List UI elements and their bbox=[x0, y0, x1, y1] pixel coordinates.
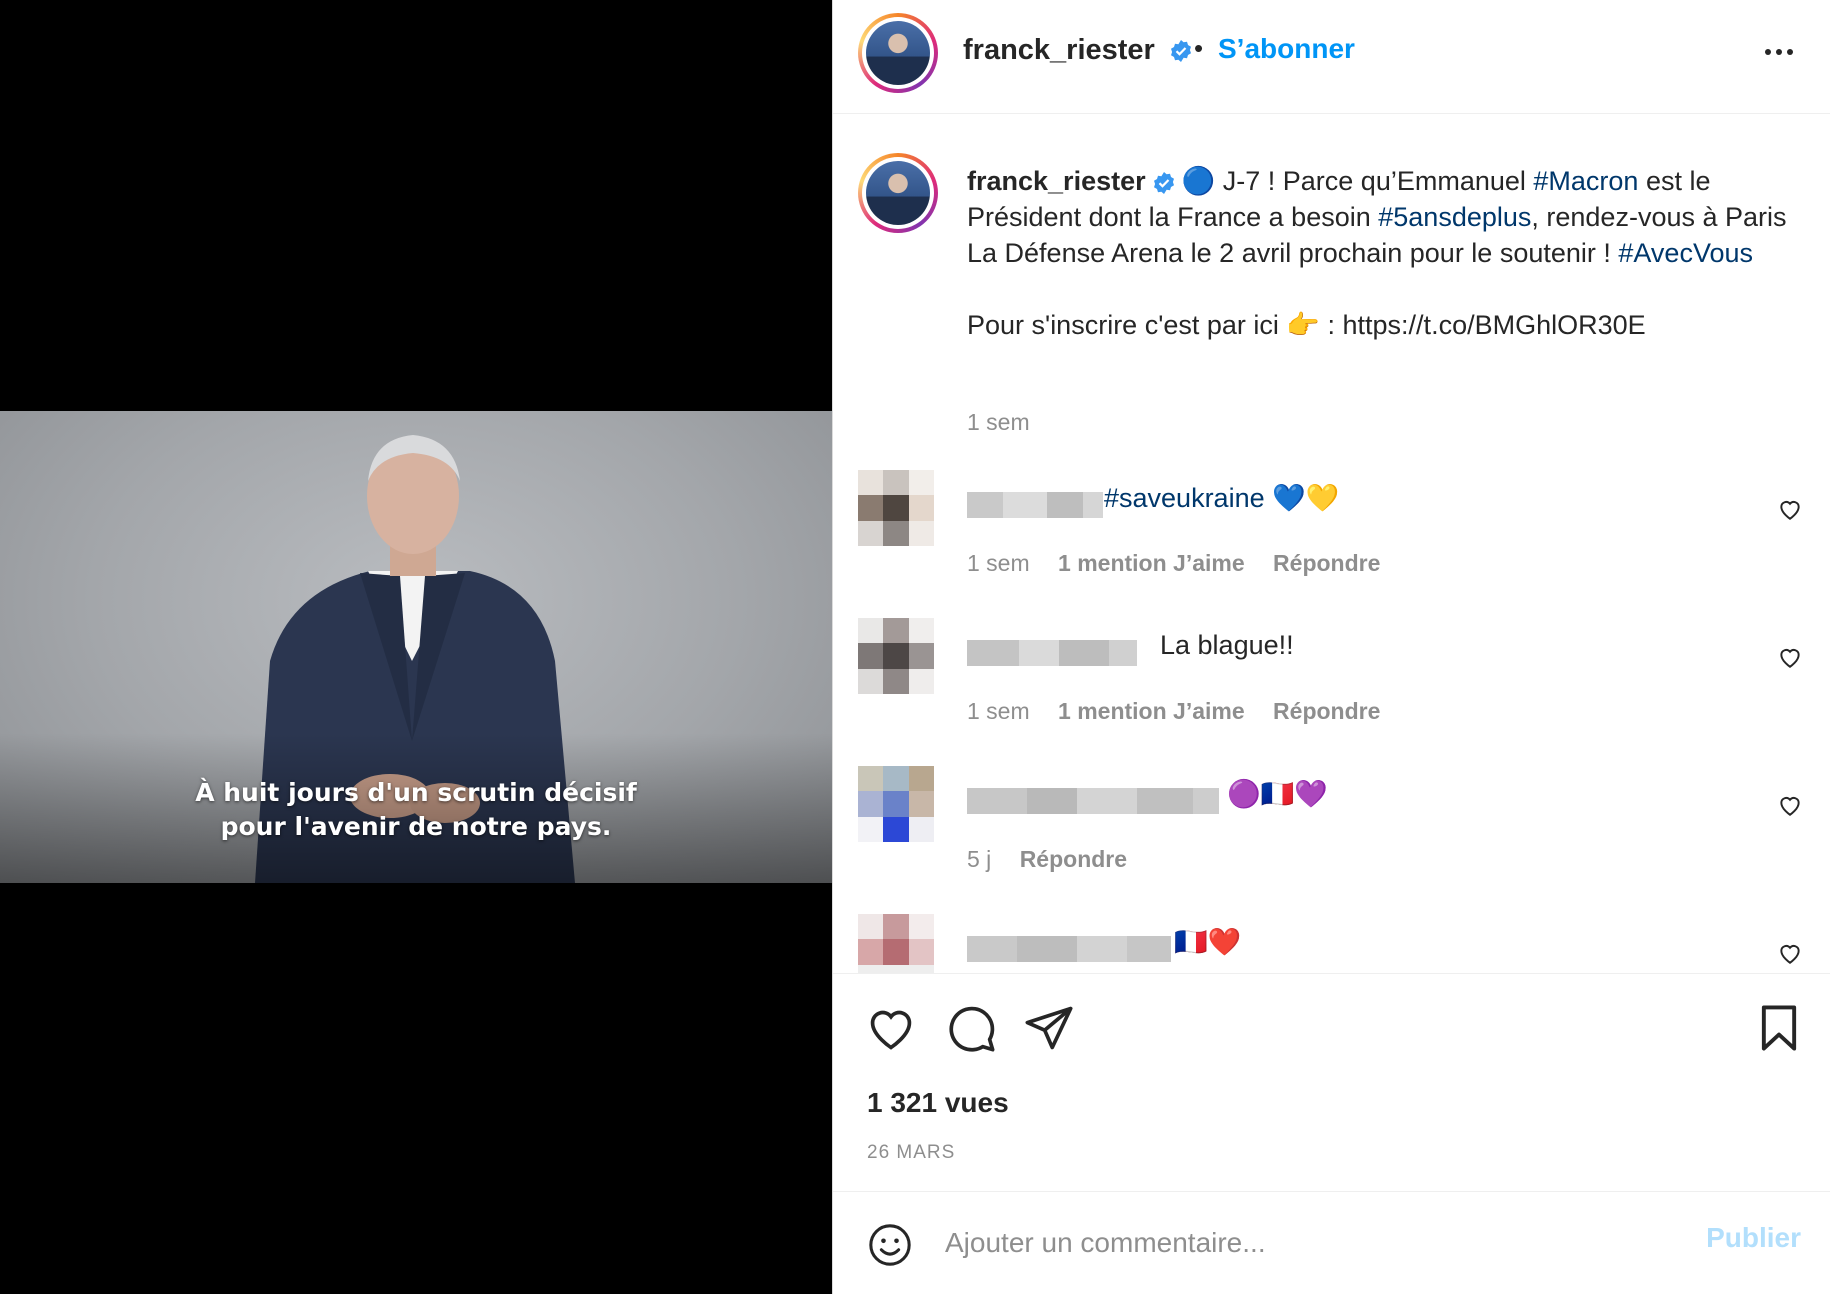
subtitle-line-1: À huit jours d'un scrutin décisif bbox=[195, 778, 637, 807]
hashtag-link[interactable]: #5ansdeplus bbox=[1378, 202, 1531, 232]
post-video-player[interactable]: À huit jours d'un scrutin décisif pour l… bbox=[0, 0, 832, 1294]
commenter-username-redacted[interactable] bbox=[967, 640, 1137, 666]
author-username[interactable]: franck_riester bbox=[963, 34, 1193, 67]
reply-button[interactable]: Répondre bbox=[1273, 550, 1380, 576]
comment-item: 🟣🇫🇷💜 5 j Répondre bbox=[833, 766, 1830, 914]
views-count[interactable]: 1 321 vues bbox=[867, 1087, 1009, 1119]
comment-meta: 5 j Répondre bbox=[967, 846, 1149, 873]
heart-icon[interactable] bbox=[1777, 644, 1803, 670]
commenter-avatar[interactable] bbox=[858, 914, 934, 973]
verified-badge-icon bbox=[1170, 40, 1191, 63]
commenter-avatar[interactable] bbox=[858, 618, 934, 694]
comment-timestamp[interactable]: 1 sem bbox=[967, 550, 1030, 576]
comment-text: #saveukraine 💙💛 bbox=[1104, 483, 1340, 513]
comment-input[interactable] bbox=[945, 1220, 1665, 1266]
like-heart-icon[interactable] bbox=[865, 1002, 917, 1054]
caption-username[interactable]: franck_riester bbox=[967, 166, 1146, 196]
caption-emoji: 🔵 bbox=[1181, 166, 1216, 196]
more-options-icon[interactable] bbox=[1757, 30, 1801, 74]
author-avatar[interactable] bbox=[858, 13, 938, 93]
caption-signup-line: Pour s'inscrire c'est par ici 👉 : https:… bbox=[967, 310, 1646, 340]
post-header: franck_riester • S’abonner bbox=[833, 0, 1830, 114]
subtitle-line-2: pour l'avenir de notre pays. bbox=[220, 812, 612, 841]
comments-list[interactable]: franck_riester 🔵 J-7 ! Parce qu’Emmanuel … bbox=[833, 115, 1830, 973]
comment-item: 🇫🇷❤️ bbox=[833, 914, 1830, 973]
hashtag-link[interactable]: #saveukraine bbox=[1104, 483, 1265, 513]
post-panel: franck_riester • S’abonner franck_rieste… bbox=[832, 0, 1830, 1294]
comment-timestamp[interactable]: 1 sem bbox=[967, 698, 1030, 724]
comment-text: La blague!! bbox=[1160, 630, 1294, 660]
verified-badge-icon bbox=[1153, 171, 1174, 194]
add-comment-bar: Publier bbox=[833, 1191, 1830, 1294]
caption-avatar[interactable] bbox=[858, 153, 938, 233]
comment-likes-count[interactable]: 1 mention J’aime bbox=[1058, 698, 1245, 724]
caption-timestamp[interactable]: 1 sem bbox=[967, 409, 1030, 436]
publish-button[interactable]: Publier bbox=[1706, 1222, 1801, 1254]
comment-item: La blague!! 1 sem 1 mention J’aime Répon… bbox=[833, 618, 1830, 766]
hashtag-link[interactable]: #Macron bbox=[1533, 166, 1638, 196]
comment-text: 🇫🇷❤️ bbox=[1174, 927, 1242, 957]
comment-likes-count[interactable]: 1 mention J’aime bbox=[1058, 550, 1245, 576]
header-separator: • bbox=[1194, 33, 1204, 63]
video-frame[interactable]: À huit jours d'un scrutin décisif pour l… bbox=[0, 411, 832, 883]
post-actions: 1 321 vues 26 MARS bbox=[833, 973, 1830, 1191]
bookmark-save-icon[interactable] bbox=[1753, 1002, 1805, 1054]
hashtag-link[interactable]: #AvecVous bbox=[1618, 238, 1753, 268]
follow-button[interactable]: S’abonner bbox=[1218, 33, 1355, 65]
commenter-username-redacted[interactable] bbox=[967, 492, 1103, 518]
comment-timestamp[interactable]: 5 j bbox=[967, 846, 991, 872]
comment-bubble-icon[interactable] bbox=[945, 1002, 997, 1054]
commenter-username-redacted[interactable] bbox=[967, 788, 1219, 814]
reply-button[interactable]: Répondre bbox=[1020, 846, 1127, 872]
commenter-avatar[interactable] bbox=[858, 766, 934, 842]
post-date[interactable]: 26 MARS bbox=[867, 1142, 955, 1164]
heart-icon[interactable] bbox=[1777, 940, 1803, 966]
comment-meta: 1 sem 1 mention J’aime Répondre bbox=[967, 550, 1402, 577]
comment-meta: 1 sem 1 mention J’aime Répondre bbox=[967, 698, 1402, 725]
heart-icon[interactable] bbox=[1777, 496, 1803, 522]
commenter-avatar[interactable] bbox=[858, 470, 934, 546]
video-subtitle: À huit jours d'un scrutin décisif pour l… bbox=[0, 776, 832, 844]
heart-icon[interactable] bbox=[1777, 792, 1803, 818]
emoji-smiley-icon[interactable] bbox=[867, 1222, 913, 1268]
share-send-icon[interactable] bbox=[1023, 1002, 1075, 1054]
reply-button[interactable]: Répondre bbox=[1273, 698, 1380, 724]
commenter-username-redacted[interactable] bbox=[967, 936, 1171, 962]
comment-item: #saveukraine 💙💛 1 sem 1 mention J’aime R… bbox=[833, 470, 1830, 618]
caption-text: franck_riester 🔵 J-7 ! Parce qu’Emmanuel … bbox=[967, 163, 1797, 343]
comment-text: 🟣🇫🇷💜 bbox=[1227, 779, 1328, 809]
